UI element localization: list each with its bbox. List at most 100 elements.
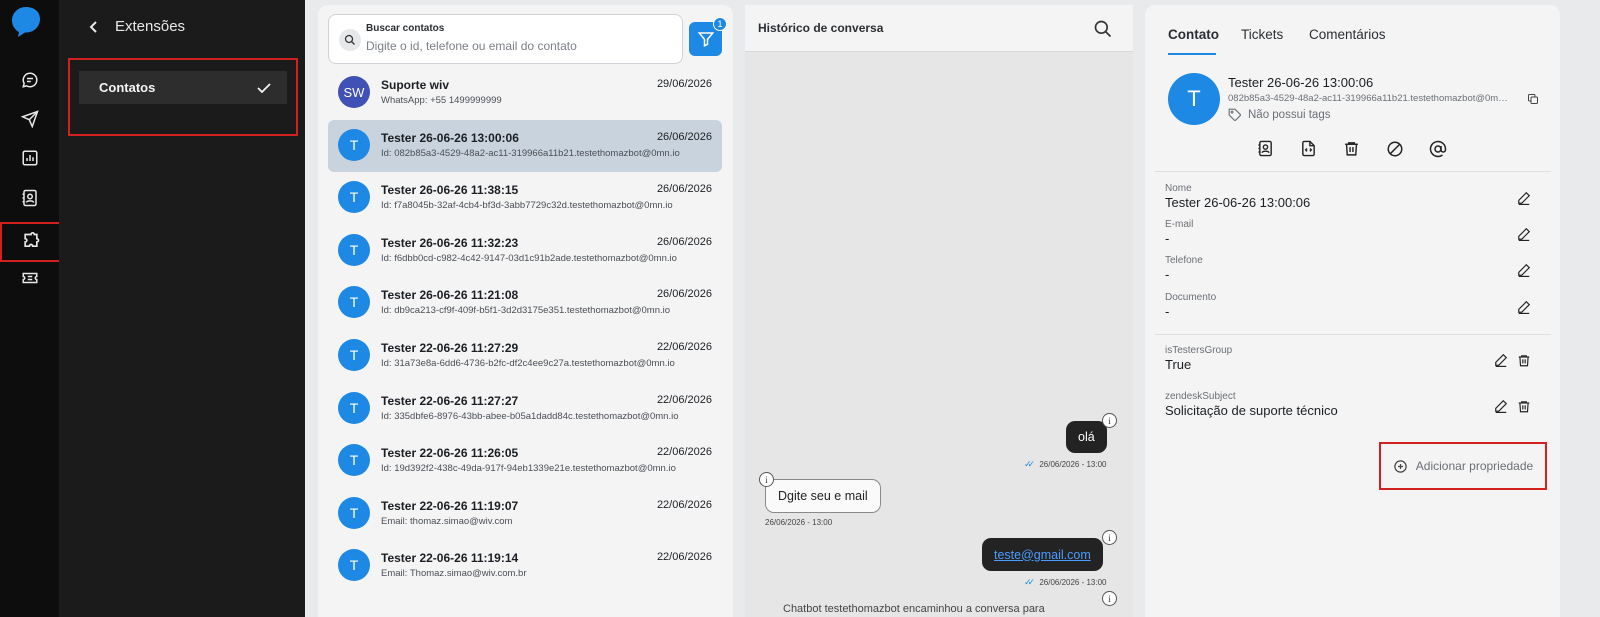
message-timestamp: ✓✓ 26/06/2026 - 13:00 [1024,459,1107,470]
add-property-label: Adicionar propriedade [1415,459,1534,473]
chat-title: Histórico de conversa [758,21,884,35]
contact-list-item[interactable]: T Tester 22-06-26 11:26:05 22/06/2026 Id: 1… [328,435,722,488]
contact-list-item[interactable]: T Tester 26-06-26 11:32:23 26/06/2026 Id: f… [328,225,722,278]
contact-date: 26/06/2026 [656,288,712,301]
property-label: zendeskSubject [1165,391,1236,402]
property-istestersgroup: isTestersGroup True [1165,345,1545,372]
edit-icon[interactable] [1517,300,1531,314]
active-tab-indicator [1168,53,1216,55]
search-icon[interactable] [1093,19,1113,39]
double-check-icon: ✓✓ [1024,577,1035,587]
contact-subtitle: Id: 335dbfe6-8976-43bb-abee-b05a1dadd84c… [381,410,679,422]
tab-contato[interactable]: Contato [1168,27,1219,42]
contact-name: Tester 22-06-26 11:19:07 [381,498,519,513]
edit-icon[interactable] [1517,191,1531,205]
contact-subtitle: Id: f7a8045b-32af-4cb4-bf3d-3abb7729c32d… [381,200,673,212]
contact-actions [1256,139,1447,158]
field-email: E-mail - [1165,219,1545,246]
rail-chat-button[interactable] [0,60,59,100]
avatar: T [338,233,370,266]
divider [1155,334,1551,335]
avatar: T [338,286,370,319]
code-file-icon[interactable] [1299,139,1318,158]
copy-icon[interactable] [1527,93,1539,105]
divider [1155,171,1551,172]
chat-header: Histórico de conversa [745,5,1133,52]
contact-list-item[interactable]: SW Suporte wiv 29/06/2026 WhatsApp: +55 149… [328,67,722,120]
brand-logo[interactable] [11,6,41,41]
plus-circle-icon [1393,459,1408,474]
add-property-button[interactable]: Adicionar propriedade [1379,442,1547,490]
contact-list-item[interactable]: T Tester 26-06-26 13:00:06 26/06/2026 Id: 0… [328,119,722,173]
contact-name: Tester 26-06-26 11:21:08 [381,288,519,303]
contact-name: Tester 26-06-26 11:38:15 [381,183,519,198]
extensions-title: Extensões [115,18,186,35]
contact-date: 29/06/2026 [656,78,712,90]
info-icon[interactable]: i [1102,413,1117,428]
tags-text: Não possui tags [1248,109,1331,121]
tag-icon [1228,108,1242,122]
rail-contacts-button[interactable] [0,178,59,218]
contact-date: 26/06/2026 [656,130,712,143]
search-box[interactable]: Buscar contatos [328,14,683,64]
info-icon[interactable]: i [1102,591,1117,606]
chevron-left-icon[interactable] [89,20,99,34]
trash-icon[interactable] [1517,399,1531,414]
search-icon [339,29,361,51]
edit-icon[interactable] [1494,353,1508,367]
extensions-panel: Extensões Contatos [59,0,305,617]
contact-list-item[interactable]: T Tester 22-06-26 11:19:14 22/06/2026 Email… [328,540,722,593]
contact-date: 22/06/2026 [656,551,712,564]
dashboard-icon [21,149,39,167]
contact-subtitle: Email: Thomaz.simao@wiv.com.br [381,568,527,580]
contact-list-item[interactable]: T Tester 26-06-26 11:21:08 26/06/2026 Id: d… [328,277,722,330]
contact-list-item[interactable]: T Tester 26-06-26 11:38:15 26/06/2026 Id: f… [328,172,722,225]
tab-tickets[interactable]: Tickets [1241,27,1283,42]
ticket-icon [21,269,39,287]
edit-icon[interactable] [1517,263,1531,277]
contact-date: 22/06/2026 [656,446,712,459]
contact-list-item[interactable]: T Tester 22-06-26 11:27:29 22/06/2026 Id: 3… [328,330,722,383]
contact-tags[interactable]: Não possui tags [1228,108,1330,122]
chat-panel: Histórico de conversa olá i ✓✓ 26/06/202… [745,5,1133,617]
search-input[interactable] [366,39,666,53]
contact-subtitle: Id: 31a73e8a-6dd6-4736-b2fc-df2c4ee9c27a… [381,357,675,369]
contact-subtitle: Id: db9ca213-cf9f-409f-b5f1-3d2d3175e351… [381,305,671,317]
tab-comentarios[interactable]: Comentários [1309,27,1386,42]
avatar: T [338,391,370,424]
message-timestamp: ✓✓ 26/06/2026 - 13:00 [1024,577,1107,588]
contact-date: 22/06/2026 [656,340,712,353]
trash-icon[interactable] [1342,139,1361,158]
contact-details-panel: Contato Tickets Comentários T Tester 26-… [1145,5,1560,617]
block-icon[interactable] [1385,139,1404,158]
contact-card-icon[interactable] [1256,139,1275,158]
contact-list-item[interactable]: T Tester 22-06-26 11:27:27 22/06/2026 Id: 3… [328,383,722,436]
edit-icon[interactable] [1494,399,1508,413]
contact-list-item[interactable]: T Tester 22-06-26 11:19:07 22/06/2026 Email… [328,488,722,541]
rail-dashboard-button[interactable] [0,138,59,178]
contact-list: SW Suporte wiv 29/06/2026 WhatsApp: +55 149… [328,67,722,593]
contact-date: 22/06/2026 [656,498,712,511]
rail-extensions-button[interactable] [0,222,68,262]
extension-item-contatos[interactable]: Contatos [79,71,287,104]
timestamp-text: 26/06/2026 - 13:00 [1039,578,1107,587]
trash-icon[interactable] [1517,353,1531,368]
avatar: SW [338,76,370,108]
chat-icon [21,71,39,89]
contact-name: Tester 26-06-26 11:32:23 [381,235,519,250]
info-icon[interactable]: i [759,472,774,487]
contact-subtitle: Id: 19d392f2-438c-49da-917f-94eb1339e21e… [381,463,676,475]
rail-tickets-button[interactable] [0,258,59,298]
system-message: Chatbot testethomazbot encaminhou a conv… [783,603,1045,615]
at-sign-icon[interactable] [1428,139,1447,158]
avatar: T [1168,73,1220,125]
message-link[interactable]: teste@gmail.com [994,548,1091,562]
filter-button[interactable]: 1 [689,17,727,56]
property-zendesksubject: zendeskSubject Solicitação de suporte té… [1165,391,1545,418]
contact-name: Tester 22-06-26 11:27:29 [381,340,519,355]
filter-icon [697,30,715,48]
edit-icon[interactable] [1517,227,1531,241]
info-icon[interactable]: i [1102,530,1117,545]
chat-message-outgoing: teste@gmail.com [982,538,1103,571]
rail-send-button[interactable] [0,99,59,139]
